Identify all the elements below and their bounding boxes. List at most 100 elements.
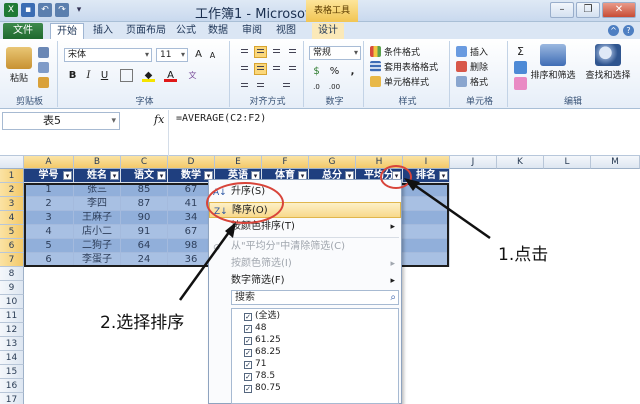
tab-home[interactable]: 开始 [50,23,84,39]
row-header[interactable]: 6 [0,239,24,253]
row-header[interactable]: 2 [0,183,24,197]
filter-values-list[interactable]: ✓ (全选) ✓ 48 ✓ 61.25 ✓ 68.25 ✓ 71 ✓ 78.5 ✓ 80.75 [231,308,399,404]
table-header-cell[interactable]: 姓名 ▾ [74,169,121,183]
filter-value-checkbox[interactable]: ✓ (全选) [244,311,280,322]
grow-font-icon[interactable]: A [192,48,205,61]
conditional-format-button[interactable]: 条件格式 [370,45,420,58]
shrink-font-icon[interactable]: A [206,49,219,62]
column-header[interactable]: J [450,156,497,169]
align-left-icon[interactable] [238,63,251,75]
tab-review[interactable]: 审阅 [240,23,264,39]
increase-decimal-icon[interactable]: .0 [310,81,323,94]
decrease-decimal-icon[interactable]: .00 [328,81,341,94]
decrease-indent-icon[interactable] [238,80,251,92]
save-icon[interactable]: ▪ [21,3,35,17]
delete-cells-button[interactable]: 删除 [456,60,488,73]
column-header[interactable]: H [356,156,403,169]
fill-color-icon[interactable]: ◆ [142,69,155,82]
restore-button[interactable]: ❐ [576,2,600,18]
middle-align-icon[interactable] [254,46,267,58]
select-all-corner[interactable] [0,156,24,169]
filter-value-checkbox[interactable]: ✓ 61.25 [244,335,281,346]
table-cell[interactable]: 91 [121,225,168,239]
row-header[interactable]: 7 [0,253,24,267]
column-header[interactable]: K [497,156,544,169]
row-header[interactable]: 12 [0,323,24,337]
redo-icon[interactable]: ↷ [55,3,69,17]
table-cell[interactable]: 64 [121,239,168,253]
sort-ascending-item[interactable]: A↓ 升序(S) [209,184,401,200]
column-header[interactable]: C [121,156,168,169]
filter-value-checkbox[interactable]: ✓ 68.25 [244,347,281,358]
tab-design[interactable]: 设计 [312,23,344,39]
cut-button[interactable] [38,47,49,58]
merge-center-icon[interactable] [280,80,293,92]
table-cell[interactable]: 3 [24,211,74,225]
table-cell[interactable]: 1 [24,183,74,197]
copy-button[interactable] [38,62,49,73]
column-header[interactable]: G [309,156,356,169]
row-header[interactable]: 15 [0,365,24,379]
table-header-cell[interactable]: 语文 ▾ [121,169,168,183]
top-align-icon[interactable] [238,46,251,58]
row-header[interactable]: 8 [0,267,24,281]
cell-styles-button[interactable]: 单元格样式 [370,75,429,88]
close-button[interactable]: ✕ [602,2,636,18]
table-cell[interactable]: 87 [121,197,168,211]
table-cell[interactable]: 6 [24,253,74,267]
font-size-select[interactable]: 11 [156,48,188,62]
bottom-align-icon[interactable] [270,46,283,58]
column-header[interactable]: A [24,156,74,169]
tab-view[interactable]: 视图 [274,23,298,39]
row-header[interactable]: 13 [0,337,24,351]
tab-file[interactable]: 文件 [3,23,43,39]
table-header-cell[interactable]: 学号 ▾ [24,169,74,183]
column-header[interactable]: E [215,156,262,169]
column-header[interactable]: L [544,156,591,169]
borders-icon[interactable] [120,69,133,82]
help-icon[interactable]: ? [623,25,634,36]
align-right-icon[interactable] [270,63,283,75]
formula-input[interactable]: =AVERAGE(C2:F2) [176,113,266,124]
insert-cells-button[interactable]: 插入 [456,45,488,58]
row-header[interactable]: 11 [0,309,24,323]
table-cell[interactable]: 李蛋子 [74,253,121,267]
filter-value-checkbox[interactable]: ✓ 80.75 [244,383,281,394]
table-cell[interactable]: 张三 [74,183,121,197]
font-color-icon[interactable]: A [164,69,177,82]
excel-app-icon[interactable]: X [4,3,18,17]
format-as-table-button[interactable]: 套用表格格式 [370,60,438,73]
column-header[interactable]: I [403,156,450,169]
filter-search-input[interactable]: 搜索 ⌕ [231,290,399,305]
find-select-button[interactable]: 查找和选择 [582,44,634,81]
filter-dropdown-icon[interactable]: ▾ [157,171,166,180]
bold-button[interactable]: B [66,69,79,82]
comma-button[interactable]: , [346,65,359,78]
paste-button[interactable]: 粘贴 [6,47,32,84]
currency-icon[interactable]: $ [310,65,323,78]
table-cell[interactable]: 5 [24,239,74,253]
table-cell[interactable]: 王麻子 [74,211,121,225]
filter-dropdown-icon[interactable]: ▾ [63,171,72,180]
format-cells-button[interactable]: 格式 [456,75,488,88]
insert-function-icon[interactable]: fx [154,113,164,126]
row-header[interactable]: 9 [0,281,24,295]
row-header[interactable]: 17 [0,393,24,404]
column-header[interactable]: B [74,156,121,169]
orientation-icon[interactable] [286,46,299,58]
row-header[interactable]: 16 [0,379,24,393]
italic-button[interactable]: I [82,69,95,82]
sort-filter-button[interactable]: 排序和筛选 [526,44,580,81]
filter-dropdown-icon[interactable]: ▾ [439,171,448,180]
format-painter-button[interactable] [38,77,49,88]
tab-insert[interactable]: 插入 [90,23,116,39]
underline-button[interactable]: U [98,69,111,82]
sort-by-color-item[interactable]: 按颜色排序(T) ▸ [209,219,401,235]
minimize-button[interactable]: – [550,2,574,18]
row-header[interactable]: 1 [0,169,24,183]
minimize-ribbon-icon[interactable]: ^ [608,25,619,36]
row-header[interactable]: 10 [0,295,24,309]
table-header-cell[interactable]: 排名 ▾ [403,169,450,183]
table-cell[interactable]: 4 [24,225,74,239]
increase-indent-icon[interactable] [254,80,267,92]
